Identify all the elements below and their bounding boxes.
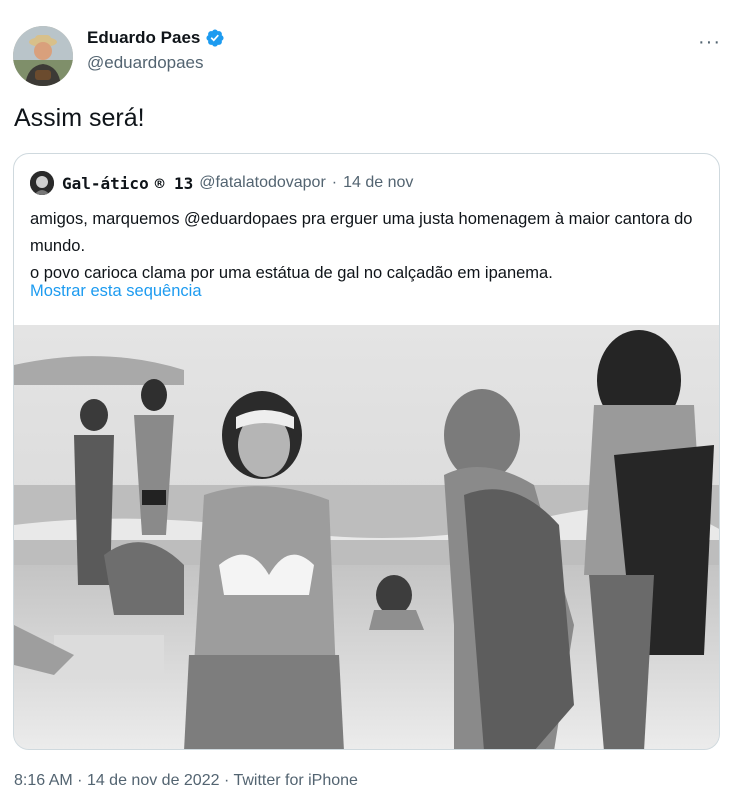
quoted-text-line: amigos, marquemos @eduardopaes pra ergue… [30, 210, 693, 255]
show-thread-link[interactable]: Mostrar esta sequência [30, 282, 202, 301]
avatar-photo-icon [13, 26, 73, 86]
quoted-separator: · [331, 174, 338, 191]
beach-photo-icon [14, 325, 719, 749]
author-name[interactable]: Eduardo Paes [87, 28, 200, 48]
tweet-date[interactable]: 14 de nov de 2022 [87, 772, 220, 789]
more-options-button[interactable]: ··· [698, 31, 721, 54]
quoted-author-avatar[interactable] [30, 171, 54, 195]
author-avatar[interactable] [13, 26, 73, 86]
tweet-text: Assim será! [14, 104, 145, 132]
quoted-author-badge: ® 13 [154, 173, 194, 193]
quoted-tweet-text: amigos, marquemos @eduardopaes pra ergue… [30, 206, 710, 287]
meta-separator: · [223, 772, 230, 789]
quoted-date[interactable]: 14 de nov [343, 174, 413, 192]
quoted-author-name[interactable]: Gal-ático [62, 174, 149, 193]
tweet-time[interactable]: 8:16 AM [14, 772, 73, 789]
quoted-avatar-photo-icon [30, 171, 54, 195]
tweet-metadata: 8:16 AM · 14 de nov de 2022 · Twitter fo… [14, 772, 358, 790]
tweet-source[interactable]: Twitter for iPhone [233, 772, 358, 789]
verified-badge-icon [205, 28, 225, 48]
quoted-author-handle[interactable]: @fatalatodovapor [199, 174, 326, 192]
meta-separator: · [77, 772, 83, 789]
quoted-tweet-header: Gal-ático ® 13 @fatalatodovapor · 14 de … [30, 171, 413, 195]
quoted-tweet-photo[interactable] [14, 325, 719, 749]
author-handle[interactable]: @eduardopaes [87, 53, 225, 73]
quoted-tweet-card[interactable]: Gal-ático ® 13 @fatalatodovapor · 14 de … [13, 153, 720, 750]
author-info: Eduardo Paes @eduardopaes [87, 28, 225, 73]
